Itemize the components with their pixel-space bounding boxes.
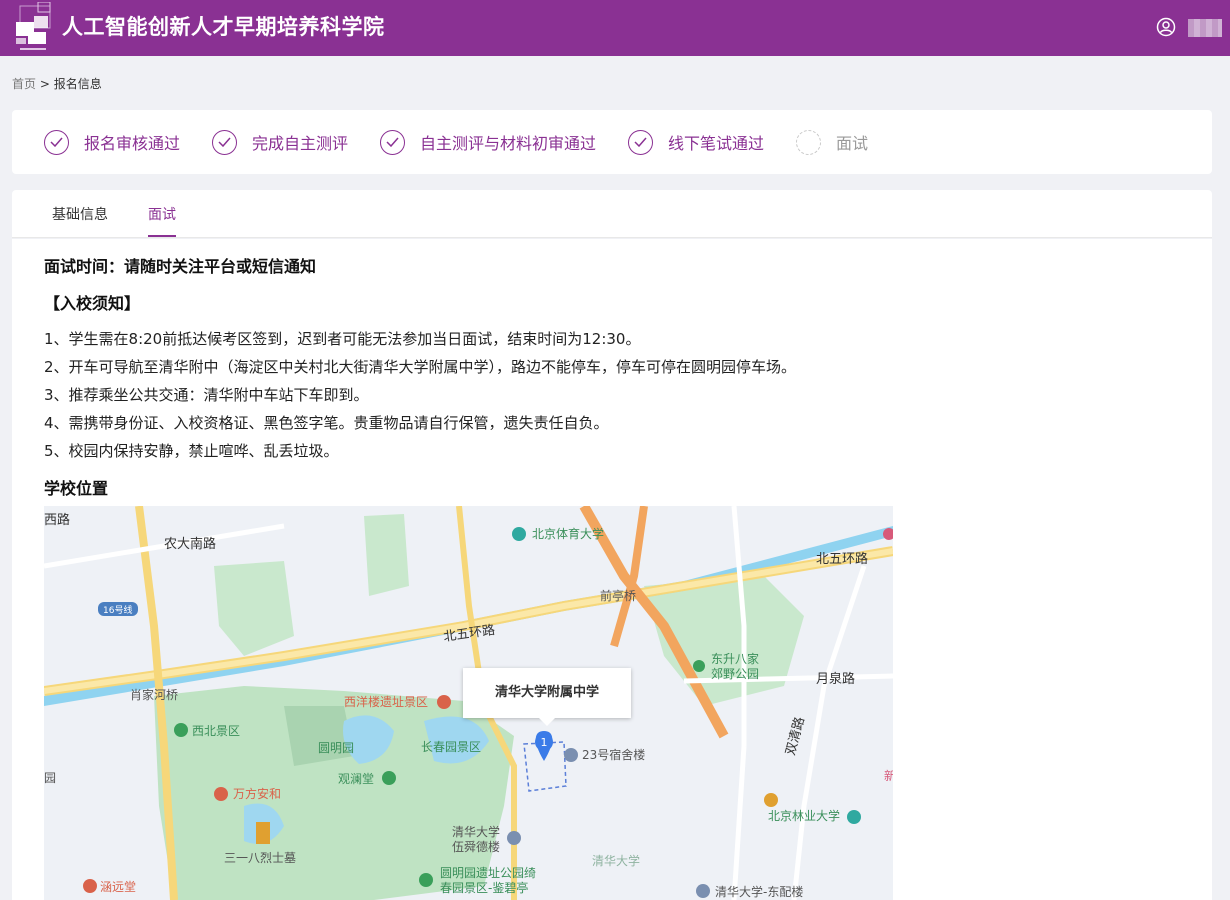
poi-icon (564, 748, 578, 762)
poi-icon (437, 695, 451, 709)
map-label: 涵远堂 (100, 880, 136, 894)
map-label: 东升八家 (711, 651, 759, 666)
check-icon (380, 129, 405, 155)
progress-steps: 报名审核通过 完成自主测评 自主测评与材料初审通过 线下笔试通过 面试 (12, 110, 1212, 174)
active-tab-indicator (148, 235, 176, 237)
map-label: 西路 (44, 512, 70, 528)
notice-item: 3、推荐乘坐公共交通：清华附中车站下车即到。 (44, 386, 369, 404)
step-label: 自主测评与材料初审通过 (420, 134, 597, 153)
map-label: 郊野公园 (711, 667, 759, 681)
poi-icon (693, 660, 705, 672)
map-label: 西北景区 (192, 724, 240, 738)
map-label: 长春园景区 (421, 740, 481, 754)
poi-icon (507, 831, 521, 845)
logo-icon[interactable] (14, 2, 56, 52)
map-label: 农大南路 (164, 536, 216, 552)
map-label: 北京体育大学 (532, 526, 604, 541)
step-label: 报名审核通过 (84, 134, 181, 153)
user-circle-icon[interactable] (1156, 17, 1176, 37)
breadcrumb: 首页 > 报名信息 (12, 76, 102, 92)
step-5: 面试 (796, 128, 868, 156)
breadcrumb-current: 报名信息 (53, 77, 102, 91)
map-popup[interactable]: 清华大学附属中学 (463, 668, 631, 726)
poi-icon (174, 723, 188, 737)
interview-time: 面试时间：请随时关注平台或短信通知 (44, 257, 317, 276)
map-label: 圆明园 (318, 741, 354, 755)
map-label: 西洋楼遗址景区 (344, 694, 428, 709)
breadcrumb-home[interactable]: 首页 (12, 77, 36, 91)
site-title: 人工智能创新人才早期培养科学院 (62, 15, 385, 39)
map-label: 清华大学 (592, 853, 640, 868)
notice-item: 5、校园内保持安静，禁止喧哗、乱丢垃圾。 (44, 442, 339, 460)
step-2: 完成自主测评 (212, 128, 348, 156)
map-label: 月泉路 (816, 671, 855, 687)
user-name-blurred[interactable] (1188, 19, 1222, 37)
top-header: 人工智能创新人才早期培养科学院 (0, 0, 1230, 56)
map-label: 新 (884, 768, 893, 783)
tab-basic-info[interactable]: 基础信息 (52, 206, 108, 224)
map-label: 北京林业大学 (768, 808, 840, 823)
map-label: 万方安和 (233, 786, 281, 801)
map-label: 北五环路 (816, 551, 868, 567)
school-location-map[interactable]: 1 西路 农大南路 北京体育大学 北五环路 北五环路 前亭桥 16号线 东升八家… (44, 506, 893, 900)
breadcrumb-separator: > (39, 77, 50, 91)
notice-item: 1、学生需在8:20前抵达候考区签到，迟到者可能无法参加当日面试，结束时间为12… (44, 330, 641, 348)
map-label: 前亭桥 (600, 588, 636, 603)
location-title: 学校位置 (44, 479, 109, 498)
map-label: 清华大学 (452, 824, 500, 839)
notice-item: 2、开车可导航至清华附中（海淀区中关村北大街清华大学附属中学），路边不能停车，停… (44, 358, 797, 376)
check-icon (44, 129, 69, 155)
map-label: 圆明园遗址公园绮 (440, 866, 536, 880)
check-icon (212, 129, 237, 155)
step-label: 面试 (836, 134, 869, 153)
poi-icon (512, 527, 526, 541)
poi-icon (419, 873, 433, 887)
map-marker-label: 1 (541, 736, 548, 749)
map-label: 观澜堂 (338, 772, 374, 786)
monument-icon (256, 822, 270, 844)
tab-bar: 基础信息 面试 (12, 190, 1212, 238)
poi-icon (83, 879, 97, 893)
pending-circle-icon (796, 129, 821, 155)
notice-item: 4、需携带身份证、入校资格证、黑色签字笔。贵重物品请自行保管，遗失责任自负。 (44, 414, 609, 432)
poi-icon (764, 793, 778, 807)
map-label: 23号宿舍楼 (582, 747, 645, 762)
poi-icon (696, 884, 710, 898)
step-1: 报名审核通过 (44, 128, 180, 156)
step-3: 自主测评与材料初审通过 (380, 128, 596, 156)
step-4: 线下笔试通过 (628, 128, 764, 156)
step-label: 线下笔试通过 (668, 134, 765, 153)
map-label: 三一八烈士墓 (224, 851, 296, 865)
map-label: 肖家河桥 (130, 687, 178, 702)
map-label: 伍舜德楼 (452, 839, 500, 854)
tab-interview[interactable]: 面试 (148, 206, 176, 224)
check-icon (628, 129, 653, 155)
step-label: 完成自主测评 (252, 134, 349, 153)
map-label: 清华大学-东配楼 (715, 884, 803, 899)
interview-content: 面试时间：请随时关注平台或短信通知 【入校须知】 1、学生需在8:20前抵达候考… (12, 239, 1212, 900)
poi-icon (382, 771, 396, 785)
map-label: 16号线 (103, 604, 132, 616)
notice-list: 1、学生需在8:20前抵达候考区签到，迟到者可能无法参加当日面试，结束时间为12… (44, 325, 796, 465)
map-label: 园 (44, 771, 56, 785)
notice-title: 【入校须知】 (44, 294, 141, 313)
poi-icon (214, 787, 228, 801)
map-label: 春园景区-鉴碧亭 (440, 880, 528, 895)
poi-icon (847, 810, 861, 824)
